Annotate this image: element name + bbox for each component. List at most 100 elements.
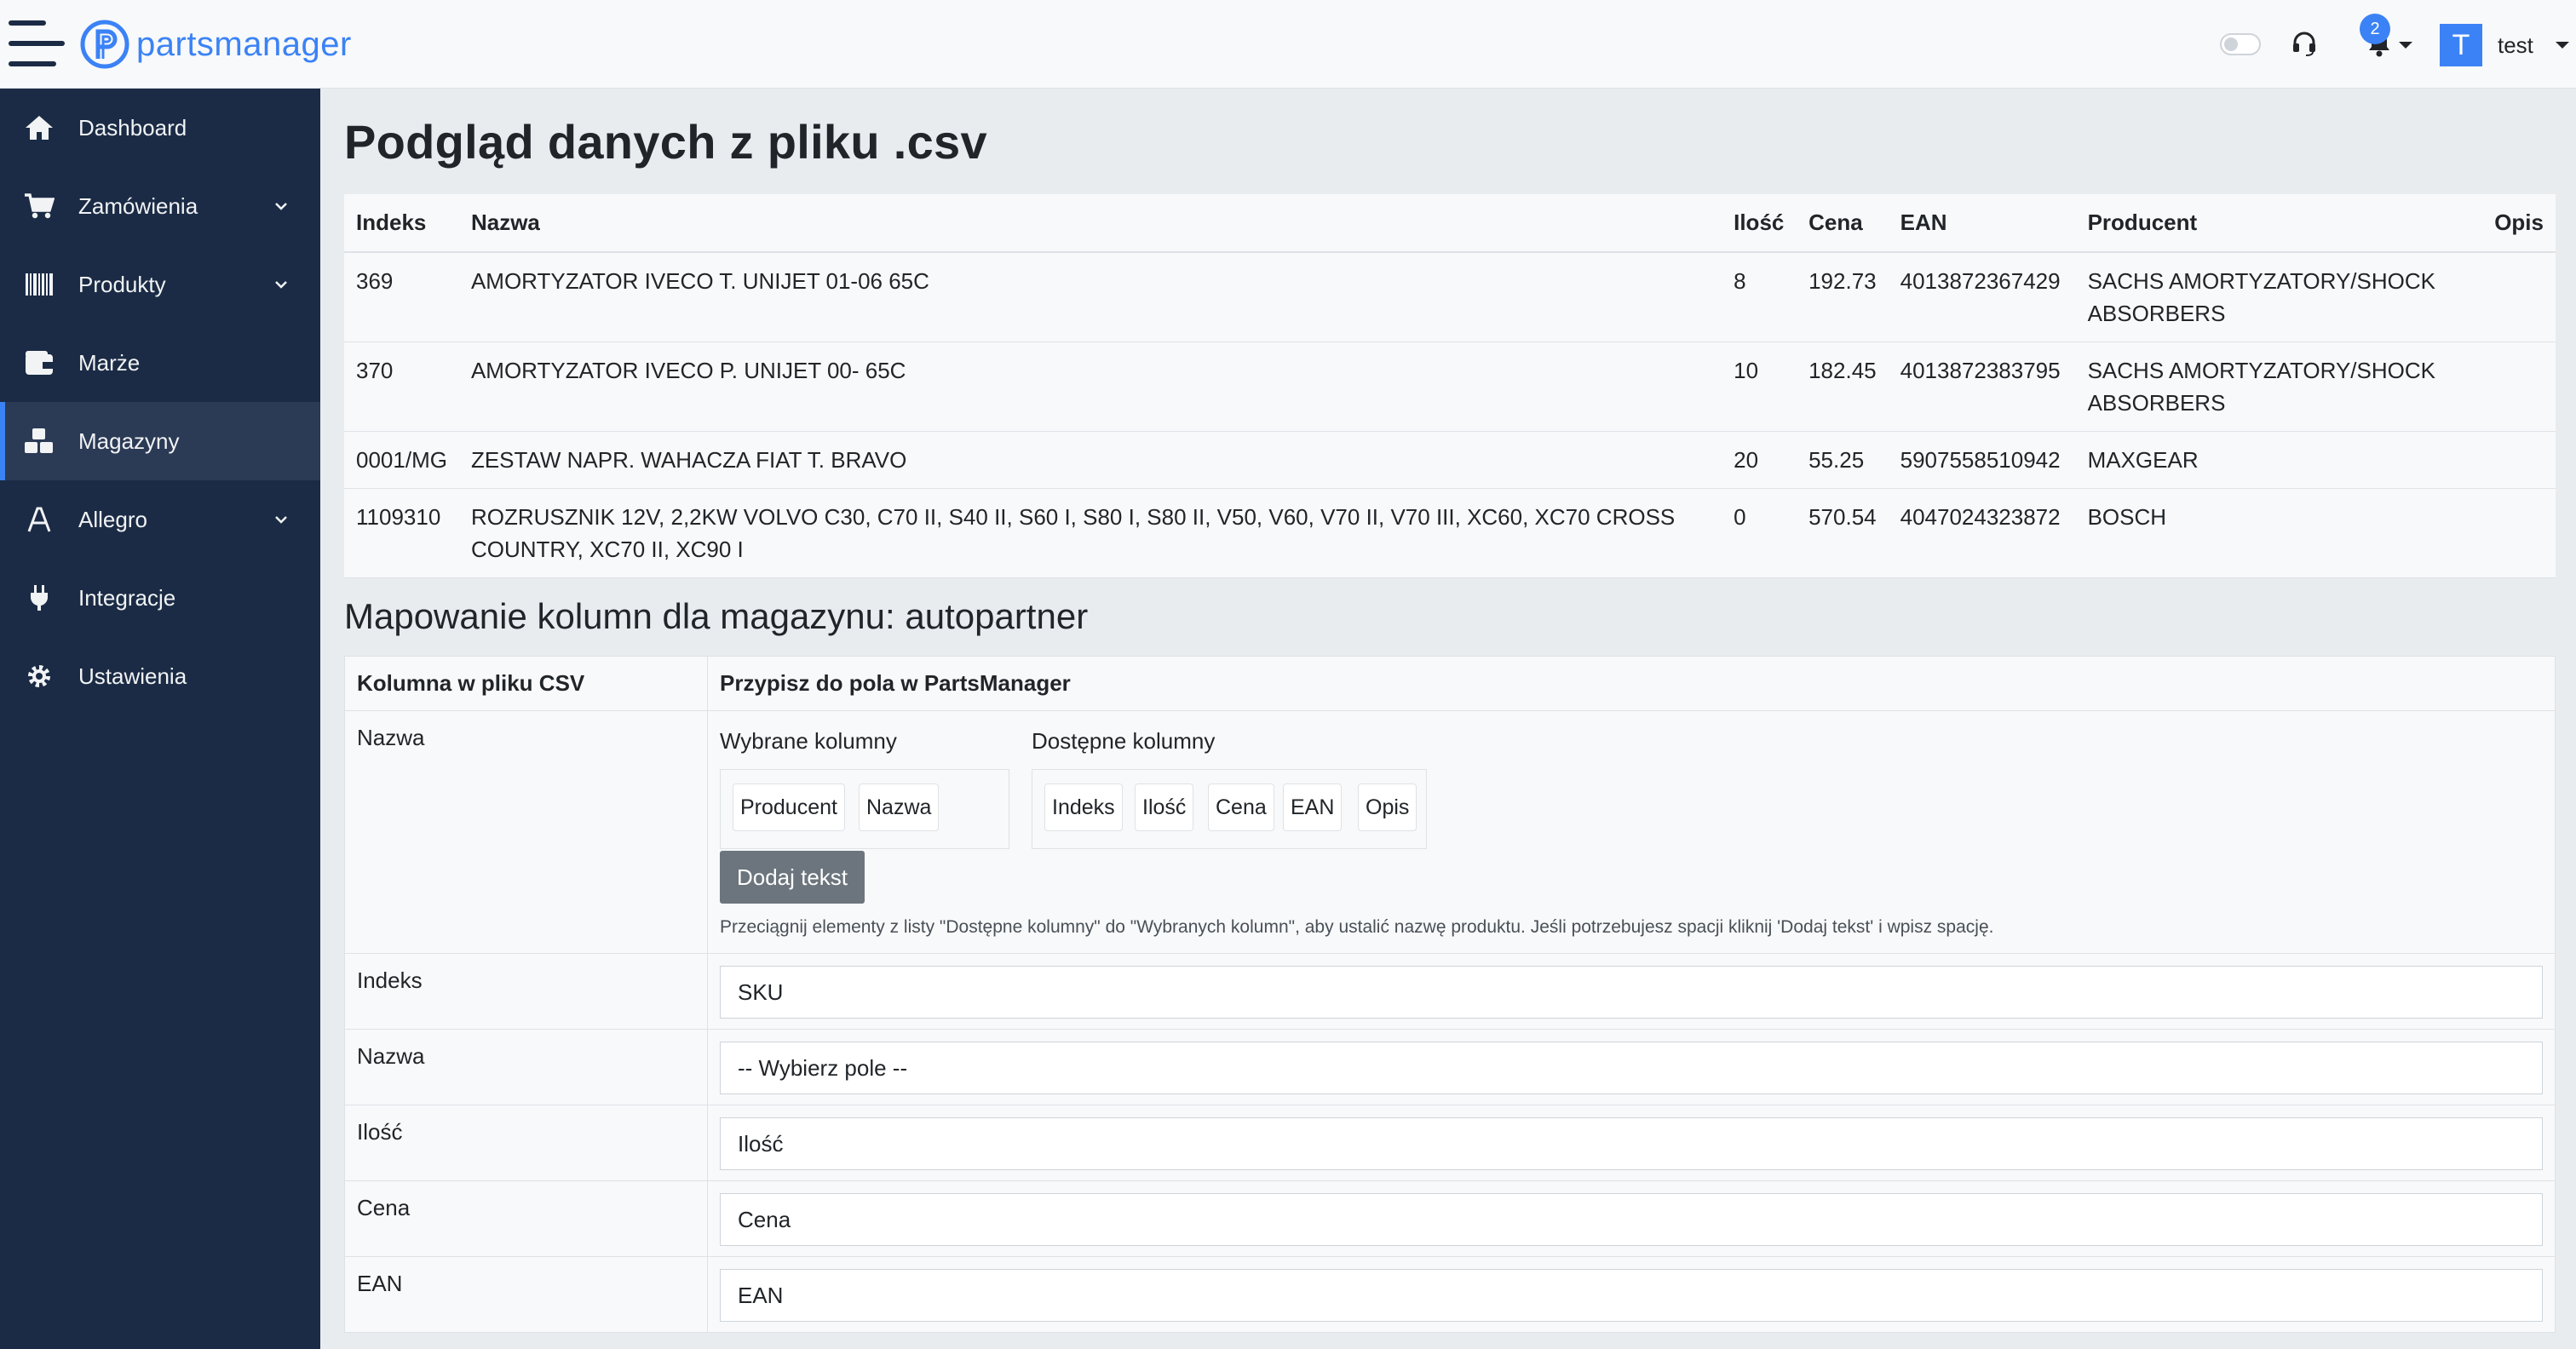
available-columns-label: Dostępne kolumny <box>1032 728 1216 754</box>
column-header: EAN <box>1888 194 2076 253</box>
column-chip-ilosc[interactable]: Ilość <box>1135 784 1194 831</box>
table-cell <box>2475 342 2556 432</box>
sidebar-item-label: Dashboard <box>78 114 187 141</box>
table-row: Nazwa Wybrane kolumny Producent Nazwa Do… <box>344 710 2556 954</box>
table-header-row: Kolumna w pliku CSV Przypisz do pola w P… <box>344 656 2556 711</box>
csv-column-name: Nazwa <box>344 1029 708 1105</box>
column-chip-producent[interactable]: Producent <box>733 784 845 831</box>
username: test <box>2498 32 2533 58</box>
table-row: EAN EAN <box>344 1256 2556 1333</box>
sidebar-item-label: Produkty <box>78 271 166 297</box>
column-header: Nazwa <box>458 194 1722 253</box>
sidebar-item-marze[interactable]: Marże <box>0 324 320 402</box>
chevron-down-icon <box>275 203 287 210</box>
headset-icon[interactable] <box>2290 29 2319 58</box>
table-row: Nazwa -- Wybierz pole -- <box>344 1029 2556 1105</box>
table-cell: 182.45 <box>1797 342 1889 432</box>
column-chip-nazwa[interactable]: Nazwa <box>859 784 940 831</box>
cart-icon <box>25 193 55 219</box>
top-navbar: partsmanager 2 T test <box>0 0 2576 89</box>
sidebar: Dashboard Zamówienia Produkty Marże Maga… <box>0 89 320 1349</box>
column-chip-ean[interactable]: EAN <box>1283 784 1343 831</box>
table-row: 1109310 ROZRUSZNIK 12V, 2,2KW VOLVO C30,… <box>344 488 2556 578</box>
table-cell: 55.25 <box>1797 431 1889 489</box>
table-cell: 570.54 <box>1797 488 1889 578</box>
table-cell: 0 <box>1722 488 1797 578</box>
field-select-cell: -- Wybierz pole -- <box>707 1029 2556 1105</box>
sidebar-item-ustawienia[interactable]: Ustawienia <box>0 637 320 715</box>
field-select[interactable]: Cena <box>720 1193 2543 1246</box>
boxes-icon <box>25 428 53 453</box>
column-header: Kolumna w pliku CSV <box>344 656 708 711</box>
gear-icon <box>28 665 50 687</box>
brand-name: partsmanager <box>136 25 352 63</box>
partsmanager-logo-icon <box>80 20 129 69</box>
sidebar-item-label: Zamówienia <box>78 192 198 219</box>
column-chip-indeks[interactable]: Indeks <box>1044 784 1123 831</box>
barcode-icon <box>26 273 53 296</box>
table-row: 369 AMORTYZATOR IVECO T. UNIJET 01-06 65… <box>344 252 2556 342</box>
table-cell: 4013872383795 <box>1888 342 2076 432</box>
table-cell: ZESTAW NAPR. WAHACZA FIAT T. BRAVO <box>458 431 1722 489</box>
available-columns-dropzone[interactable]: Indeks Ilość Cena EAN Opis <box>1032 769 1427 849</box>
avatar: T <box>2440 24 2482 66</box>
selected-columns-dropzone[interactable]: Producent Nazwa <box>720 769 1009 849</box>
sidebar-item-label: Integracje <box>78 584 176 611</box>
sidebar-item-produkty[interactable]: Produkty <box>0 245 320 324</box>
csv-column-name: Ilość <box>344 1105 708 1181</box>
field-select-cell: EAN <box>707 1256 2556 1333</box>
column-mapping-table: Kolumna w pliku CSV Przypisz do pola w P… <box>344 656 2556 1333</box>
sidebar-item-zamowienia[interactable]: Zamówienia <box>0 167 320 245</box>
field-select[interactable]: -- Wybierz pole -- <box>720 1042 2543 1094</box>
field-select-cell: Ilość <box>707 1105 2556 1181</box>
sidebar-item-label: Magazyny <box>78 428 180 454</box>
field-select[interactable]: Ilość <box>720 1117 2543 1170</box>
sidebar-item-integracje[interactable]: Integracje <box>0 559 320 637</box>
mapping-section-title: Mapowanie kolumn dla magazynu: autopartn… <box>344 596 1089 636</box>
table-row: 370 AMORTYZATOR IVECO P. UNIJET 00- 65C … <box>344 342 2556 432</box>
table-cell: 8 <box>1722 252 1797 342</box>
brand-logo[interactable]: partsmanager <box>80 17 352 72</box>
table-cell: BOSCH <box>2075 488 2475 578</box>
table-cell: AMORTYZATOR IVECO T. UNIJET 01-06 65C <box>458 252 1722 342</box>
table-cell: 192.73 <box>1797 252 1889 342</box>
sidebar-item-label: Allegro <box>78 506 147 532</box>
csv-column-name: EAN <box>344 1256 708 1333</box>
notifications-dropdown[interactable]: 2 <box>2360 14 2414 70</box>
sidebar-item-label: Marże <box>78 349 141 376</box>
page-title: Podgląd danych z pliku .csv <box>344 115 987 169</box>
name-builder: Wybrane kolumny Producent Nazwa Dostępne… <box>720 721 2543 939</box>
chevron-down-icon <box>275 516 287 524</box>
selected-columns-label: Wybrane kolumny <box>720 728 897 754</box>
csv-preview-table: Indeks Nazwa Ilość Cena EAN Producent Op… <box>344 194 2556 578</box>
notification-badge: 2 <box>2360 14 2390 44</box>
column-chip-cena[interactable]: Cena <box>1208 784 1274 831</box>
table-cell: 10 <box>1722 342 1797 432</box>
table-cell: 5907558510942 <box>1888 431 2076 489</box>
plug-icon <box>31 585 48 611</box>
table-row: 0001/MG ZESTAW NAPR. WAHACZA FIAT T. BRA… <box>344 431 2556 489</box>
field-select[interactable]: SKU <box>720 966 2543 1019</box>
table-cell: ROZRUSZNIK 12V, 2,2KW VOLVO C30, C70 II,… <box>458 488 1722 578</box>
field-select-cell: SKU <box>707 953 2556 1030</box>
table-cell: AMORTYZATOR IVECO P. UNIJET 00- 65C <box>458 342 1722 432</box>
sidebar-item-allegro[interactable]: Allegro <box>0 480 320 559</box>
table-cell: 0001/MG <box>344 431 459 489</box>
csv-column-name: Cena <box>344 1180 708 1257</box>
csv-column-name: Nazwa <box>344 710 708 954</box>
theme-toggle[interactable] <box>2220 33 2261 55</box>
column-header: Cena <box>1797 194 1889 253</box>
table-cell: 369 <box>344 252 459 342</box>
menu-toggle-icon[interactable] <box>9 20 65 66</box>
field-select[interactable]: EAN <box>720 1269 2543 1322</box>
name-builder-hint: Przeciągnij elementy z listy "Dostępne k… <box>720 917 1994 937</box>
sidebar-item-dashboard[interactable]: Dashboard <box>0 89 320 167</box>
add-text-button[interactable]: Dodaj tekst <box>720 851 865 904</box>
sidebar-item-magazyny[interactable]: Magazyny <box>0 402 320 480</box>
table-cell <box>2475 252 2556 342</box>
table-row: Cena Cena <box>344 1180 2556 1257</box>
column-chip-opis[interactable]: Opis <box>1358 784 1417 831</box>
sidebar-item-label: Ustawienia <box>78 663 187 689</box>
column-header: Opis <box>2475 194 2556 253</box>
table-cell: SACHS AMORTYZATORY/SHOCK ABSORBERS <box>2075 342 2475 432</box>
